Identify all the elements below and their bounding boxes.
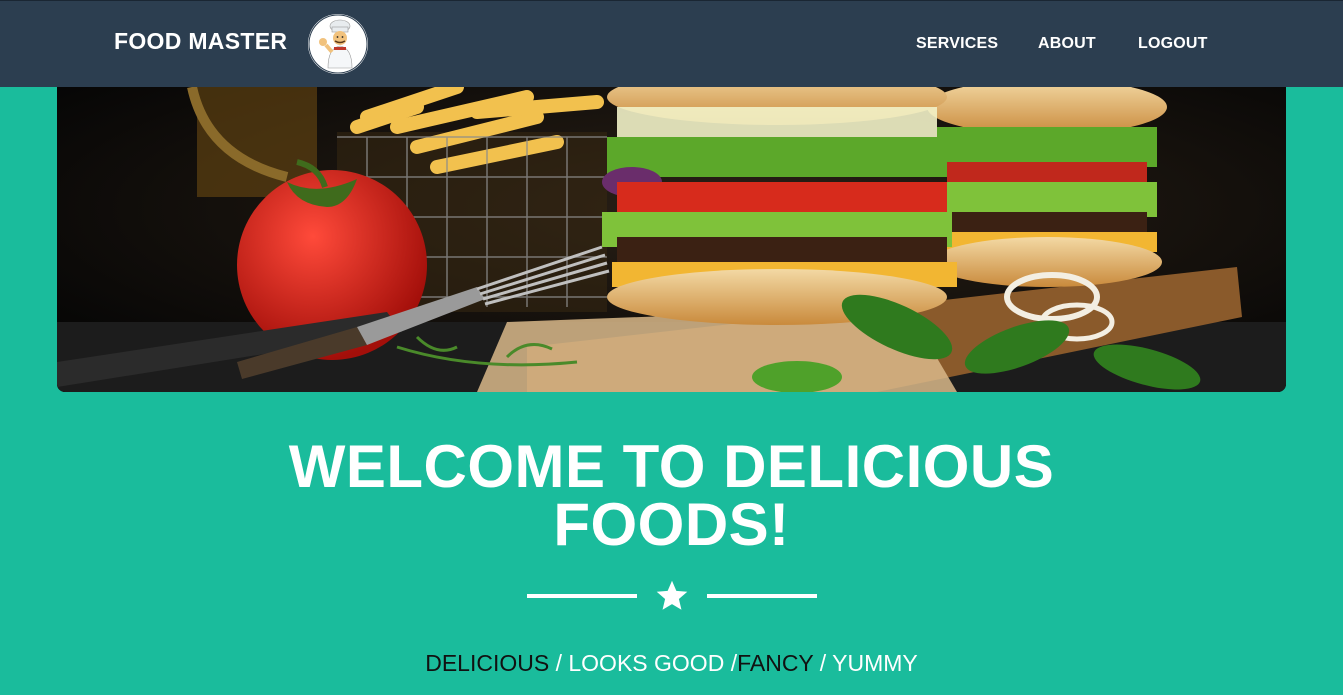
nav-about-link[interactable]: ABOUT <box>1038 35 1096 53</box>
tagline: DELICIOUS / LOOKS GOOD /FANCY / YUMMY <box>0 650 1343 677</box>
tagline-delicious: DELICIOUS <box>425 650 550 676</box>
tagline-fancy: FANCY <box>737 650 814 676</box>
nav-services-link[interactable]: SERVICES <box>916 35 998 53</box>
divider-left-line <box>527 594 637 598</box>
tagline-separator: / <box>724 650 738 676</box>
brand-title[interactable]: FOOD MASTER <box>114 28 287 55</box>
tagline-looks-good: LOOKS GOOD <box>568 650 725 676</box>
star-icon <box>654 578 690 614</box>
navbar: FOOD MASTER SERVICES ABOUT LOGOUT <box>0 0 1343 87</box>
divider-right-line <box>707 594 817 598</box>
welcome-heading-line2: FOODS! <box>553 491 790 558</box>
tagline-yummy: YUMMY <box>832 650 918 676</box>
tagline-separator: / <box>813 650 833 676</box>
chef-mascot-icon[interactable] <box>308 14 368 74</box>
nav-logout-link[interactable]: LOGOUT <box>1138 35 1208 53</box>
welcome-heading: WELCOME TO DELICIOUS FOODS! <box>0 433 1343 558</box>
hero-food-image <box>57 87 1286 392</box>
welcome-heading-line1: WELCOME TO DELICIOUS <box>288 433 1055 500</box>
tagline-separator: / <box>549 650 569 676</box>
